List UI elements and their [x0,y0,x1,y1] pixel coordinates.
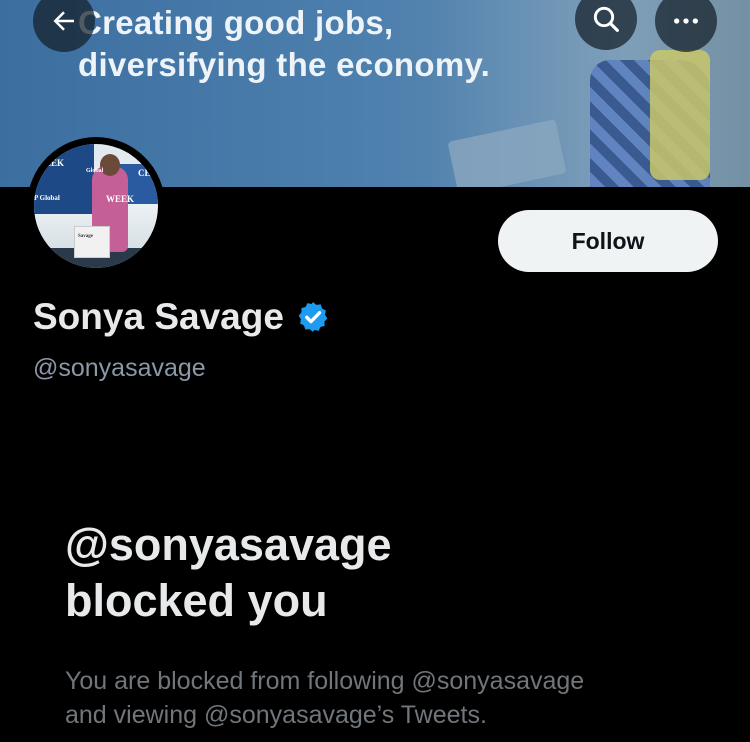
banner-slogan: Creating good jobs, diversifying the eco… [78,2,490,86]
blocked-description-line-1: You are blocked from following @sonyasav… [65,667,585,695]
arrow-left-icon [53,11,74,31]
blocked-heading-line-1: @sonyasavage [65,519,392,570]
avatar-backdrop-left [34,144,94,214]
banner-safety-vest [650,50,710,180]
avatar[interactable]: WEEK Global CE P Global WEEK Savage [34,144,158,268]
banner-line-1: Creating good jobs, [78,4,394,41]
blocked-heading-line-2: blocked you [65,575,328,626]
blocked-description: You are blocked from following @sonyasav… [65,664,725,732]
search-icon [593,6,619,32]
avatar-label: Global [86,168,104,174]
avatar-label: WEEK [106,194,135,204]
avatar-podium [74,226,110,258]
verified-badge-icon [298,302,328,332]
avatar-label: Savage [78,234,93,239]
banner-line-2: diversifying the economy. [78,46,491,83]
blocked-heading: @sonyasavage blocked you [65,517,392,629]
avatar-label: P Global [34,194,60,202]
display-name: Sonya Savage [33,296,284,337]
avatar-label: WEEK [36,158,65,168]
profile-handle: @sonyasavage [33,354,206,382]
follow-button[interactable]: Follow [498,210,718,272]
blocked-description-line-2: and viewing @sonyasavage’s Tweets. [65,701,487,729]
avatar-label: CE [138,168,151,178]
profile-name-row: Sonya Savage [33,296,330,338]
more-horizontal-icon [674,18,698,24]
